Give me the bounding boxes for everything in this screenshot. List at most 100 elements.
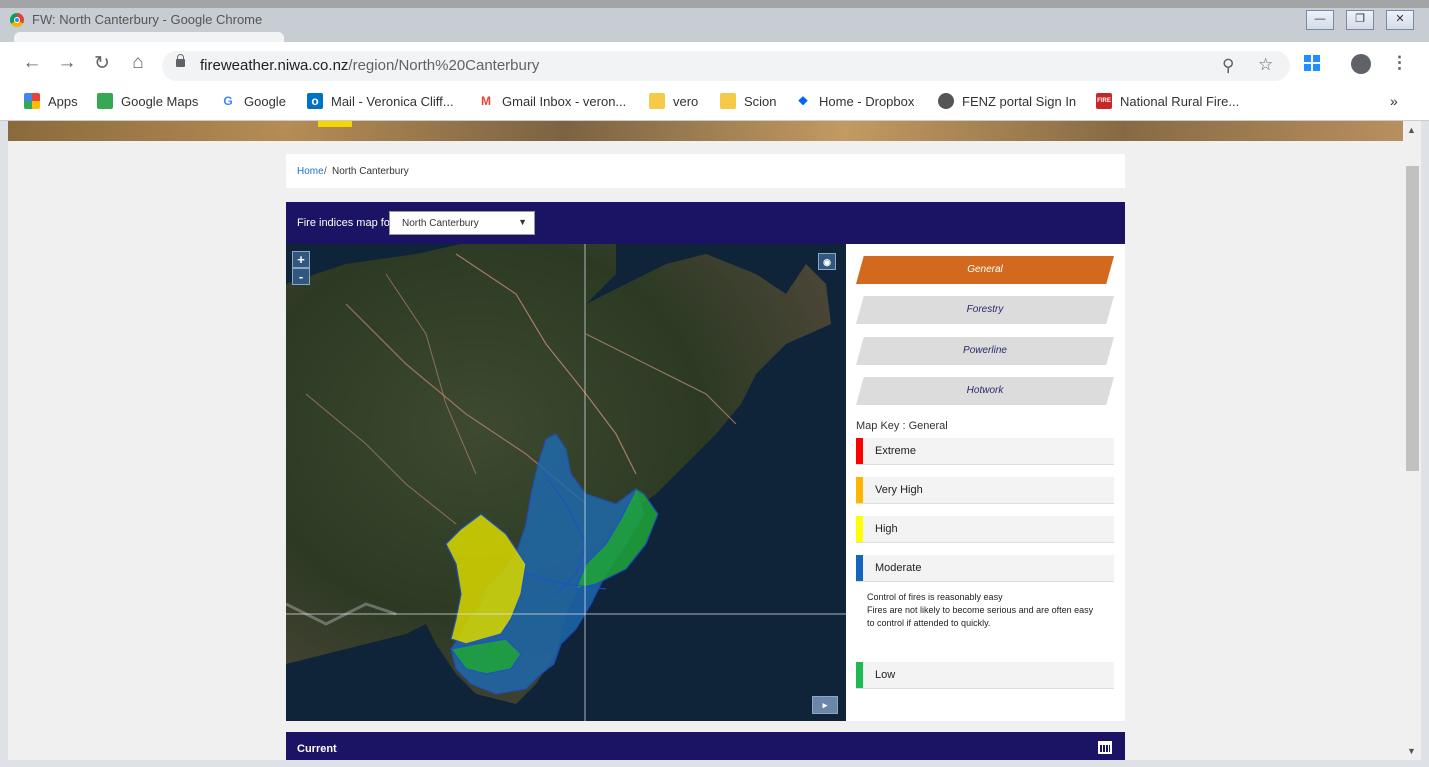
current-title: Current	[297, 743, 337, 755]
browser-window: FW: North Canterbury - Google Chrome — ❐…	[0, 0, 1429, 767]
map-key-title: Map Key : General	[856, 420, 948, 432]
tab-powerline[interactable]: Powerline	[856, 337, 1114, 365]
bookmark-vero[interactable]: vero	[649, 93, 698, 109]
profile-avatar-icon[interactable]	[1351, 54, 1371, 74]
tab-forestry[interactable]: Forestry	[856, 296, 1114, 324]
bookmark-fenz[interactable]: FENZ portal Sign In	[938, 93, 1076, 109]
zoom-icon[interactable]: ⚲	[1222, 56, 1234, 76]
url-path: /region/North%20Canterbury	[348, 57, 540, 74]
page-viewport: Home / North Canterbury Fire indices map…	[8, 121, 1421, 760]
bookmark-mail[interactable]: o Mail - Veronica Cliff...	[307, 93, 454, 109]
google-icon: G	[220, 93, 236, 109]
url-host: fireweather.niwa.co.nz	[200, 57, 349, 74]
bookmark-label: FENZ portal Sign In	[962, 93, 1077, 109]
map-panel-header: Fire indices map for North Canterbury ▼	[286, 202, 1125, 244]
moderate-description-line: Fires are not likely to become serious a…	[867, 605, 1094, 615]
bookmark-label: Google Maps	[121, 93, 199, 109]
breadcrumb-home-link[interactable]: Home	[297, 166, 324, 177]
window-title: FW: North Canterbury - Google Chrome	[32, 12, 263, 27]
minimize-button[interactable]: —	[1306, 10, 1334, 30]
current-section-header: Current	[286, 732, 1125, 760]
breadcrumb-current: North Canterbury	[332, 166, 409, 177]
swatch-extreme	[856, 438, 863, 464]
breadcrumb: Home / North Canterbury	[286, 154, 1125, 188]
chrome-logo-icon	[10, 13, 24, 27]
bookmark-google-maps[interactable]: Google Maps	[97, 93, 198, 109]
bookmark-apps[interactable]: Apps	[24, 93, 78, 109]
google-maps-icon	[97, 93, 113, 109]
layer-toggle-icon[interactable]: ▸	[812, 696, 838, 714]
calendar-icon[interactable]	[1098, 741, 1112, 754]
dropbox-icon: ❖	[795, 93, 811, 109]
folder-icon	[720, 93, 736, 109]
banner-badge	[318, 121, 352, 127]
folder-icon	[649, 93, 665, 109]
key-label: Very High	[875, 484, 923, 496]
region-select-value: North Canterbury	[402, 218, 479, 229]
reload-icon[interactable]: ↻	[90, 52, 114, 75]
locate-icon[interactable]: ◉	[818, 253, 836, 270]
fire-logo-icon: FIRE	[1096, 93, 1112, 109]
bookmark-label: Google	[244, 93, 286, 109]
key-very-high: Very High	[856, 477, 1114, 504]
gmail-icon: M	[478, 93, 494, 109]
bookmark-label: Home - Dropbox	[819, 93, 915, 109]
outlook-icon: o	[307, 93, 323, 109]
menu-kebab-icon[interactable]: ⋮	[1391, 53, 1408, 73]
zoom-out-button[interactable]: -	[292, 268, 310, 285]
map-svg	[286, 244, 846, 721]
title-bar: FW: North Canterbury - Google Chrome — ❐…	[0, 0, 1429, 42]
bookmark-national-rural-fire[interactable]: FIRE National Rural Fire...	[1096, 93, 1239, 109]
home-icon[interactable]: ⌂	[126, 52, 150, 74]
bookmark-label: Gmail Inbox - veron...	[502, 93, 627, 109]
browser-toolbar: ← → ↻ ⌂ fireweather.niwa.co.nz/region/No…	[0, 42, 1429, 88]
tab-hotwork[interactable]: Hotwork	[856, 377, 1114, 405]
address-bar[interactable]: fireweather.niwa.co.nz/region/North%20Ca…	[162, 51, 1290, 81]
more-bookmarks-icon[interactable]: »	[1390, 93, 1398, 109]
bookmark-dropbox[interactable]: ❖ Home - Dropbox	[795, 93, 914, 109]
key-high: High	[856, 516, 1114, 543]
key-label: Moderate	[875, 562, 922, 574]
lock-icon	[176, 54, 185, 67]
restore-button[interactable]: ❐	[1346, 10, 1374, 30]
bookmarks-bar: Apps Google Maps G Google o Mail - Veronic…	[0, 88, 1429, 121]
close-window-button[interactable]: ✕	[1386, 10, 1414, 30]
fire-indices-map[interactable]: + - ◉ ▸	[286, 244, 846, 721]
scroll-up-icon[interactable]: ▲	[1407, 125, 1416, 135]
map-panel-label: Fire indices map for	[297, 217, 394, 229]
key-label: High	[875, 523, 898, 535]
swatch-low	[856, 662, 863, 688]
page-scrollbar[interactable]: ▲ ▼	[1403, 121, 1421, 760]
zoom-in-button[interactable]: +	[292, 251, 310, 268]
tab-general[interactable]: General	[856, 256, 1114, 284]
back-icon[interactable]: ←	[20, 52, 44, 74]
index-side-panel: General Forestry Powerline Hotwork Map K…	[846, 244, 1125, 721]
forward-icon[interactable]: →	[55, 52, 79, 74]
bookmark-google[interactable]: G Google	[220, 93, 286, 109]
bookmark-label: Apps	[48, 93, 78, 109]
browser-tab[interactable]	[14, 32, 284, 42]
key-moderate: Moderate	[856, 555, 1114, 582]
region-select[interactable]: North Canterbury ▼	[389, 211, 535, 235]
scrollbar-thumb[interactable]	[1406, 166, 1419, 471]
bookmark-label: National Rural Fire...	[1120, 93, 1240, 109]
chevron-down-icon: ▼	[518, 217, 527, 227]
swatch-moderate	[856, 555, 863, 581]
url-text[interactable]: fireweather.niwa.co.nz/region/North%20Ca…	[200, 57, 539, 74]
bookmark-label: Mail - Veronica Cliff...	[331, 93, 454, 109]
key-low: Low	[856, 662, 1114, 689]
bookmark-scion[interactable]: Scion	[720, 93, 777, 109]
key-label: Extreme	[875, 445, 916, 457]
bookmark-label: vero	[673, 93, 699, 109]
key-extreme: Extreme	[856, 438, 1114, 465]
windows-extension-icon[interactable]	[1304, 55, 1320, 71]
bookmark-gmail[interactable]: M Gmail Inbox - veron...	[478, 93, 626, 109]
moderate-description-line: to control if attended to quickly.	[867, 618, 991, 628]
header-banner-image	[8, 121, 1403, 141]
bookmark-label: Scion	[744, 93, 777, 109]
breadcrumb-separator: /	[324, 166, 327, 177]
key-label: Low	[875, 669, 896, 681]
apps-grid-icon	[24, 93, 40, 109]
scroll-down-icon[interactable]: ▼	[1407, 746, 1416, 756]
bookmark-star-icon[interactable]: ☆	[1258, 55, 1273, 75]
